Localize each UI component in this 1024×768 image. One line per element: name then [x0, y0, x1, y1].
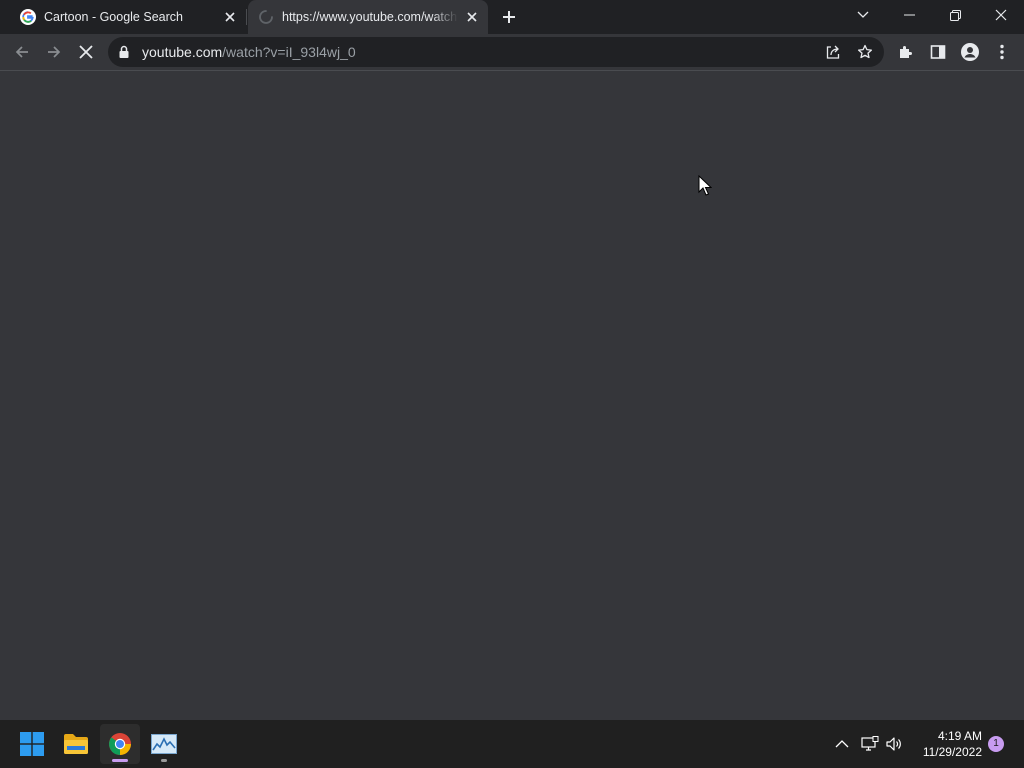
puzzle-icon	[900, 46, 912, 58]
notification-count-badge[interactable]: 1	[988, 736, 1004, 752]
close-icon	[995, 9, 1007, 21]
clock-date: 11/29/2022	[922, 745, 982, 759]
chrome-taskbar-button[interactable]	[100, 724, 140, 764]
extensions-button[interactable]	[892, 38, 920, 66]
task-manager-button[interactable]	[144, 724, 184, 764]
file-explorer-button[interactable]	[56, 724, 96, 764]
tab-search-button[interactable]	[840, 0, 886, 30]
side-panel-button[interactable]	[924, 38, 952, 66]
minimize-button[interactable]	[886, 0, 932, 30]
profile-avatar-icon	[961, 43, 979, 61]
arrow-right-icon	[48, 46, 61, 58]
new-tab-button[interactable]	[498, 6, 520, 28]
folder-icon	[64, 734, 88, 754]
address-bar[interactable]: youtube.com/watch?v=iI_93l4wj_0	[108, 37, 884, 67]
plus-icon	[503, 11, 515, 23]
forward-button[interactable]	[40, 38, 68, 66]
restore-button[interactable]	[932, 0, 978, 30]
close-tab-icon[interactable]	[464, 9, 480, 25]
page-content[interactable]	[0, 71, 1024, 720]
browser-toolbar: youtube.com/watch?v=iI_93l4wj_0	[0, 34, 1024, 71]
tab-separator	[246, 9, 247, 25]
profile-button[interactable]	[956, 38, 984, 66]
start-button[interactable]	[12, 724, 52, 764]
taskbar-clock[interactable]: 4:19 AM 11/29/2022	[912, 728, 982, 760]
browser-tabstrip: Cartoon - Google Search https://www.yout…	[0, 0, 1024, 34]
url-text[interactable]: youtube.com/watch?v=iI_93l4wj_0	[142, 44, 356, 60]
chevron-up-icon	[835, 740, 849, 748]
restore-icon	[949, 9, 961, 21]
tab-google-search[interactable]: Cartoon - Google Search	[8, 0, 246, 34]
url-host: youtube.com	[142, 44, 223, 60]
clock-time: 4:19 AM	[937, 729, 982, 743]
windows-logo-icon	[20, 732, 44, 756]
windows-taskbar: 4:19 AM 11/29/2022	[0, 720, 1024, 768]
close-window-button[interactable]	[978, 0, 1024, 30]
active-app-indicator	[112, 759, 128, 762]
running-app-indicator	[161, 759, 167, 762]
chrome-menu-button[interactable]	[988, 38, 1016, 66]
tab-youtube[interactable]: https://www.youtube.com/watch?v=iI_93l4w…	[248, 0, 488, 34]
kebab-menu-icon	[1000, 44, 1004, 60]
url-path: /watch?v=iI_93l4wj_0	[222, 44, 356, 60]
volume-icon[interactable]	[884, 734, 904, 754]
stop-x-icon	[79, 45, 93, 59]
show-hidden-icons-button[interactable]	[832, 734, 852, 754]
arrow-left-icon	[15, 46, 28, 58]
mouse-cursor-icon	[698, 175, 712, 196]
chrome-icon	[109, 733, 131, 755]
share-icon[interactable]	[824, 43, 842, 61]
google-g-icon	[20, 9, 36, 25]
network-icon[interactable]	[860, 734, 880, 754]
bookmark-star-icon[interactable]	[856, 43, 874, 61]
close-tab-icon[interactable]	[222, 9, 238, 25]
tab-title: Cartoon - Google Search	[44, 10, 183, 24]
stop-loading-button[interactable]	[72, 38, 100, 66]
chevron-down-icon	[857, 11, 869, 18]
loading-spinner-icon	[258, 9, 274, 25]
minimize-icon	[903, 14, 915, 16]
lock-icon[interactable]	[118, 45, 130, 64]
tab-title: https://www.youtube.com/watch?v=iI_93l4w…	[282, 10, 458, 24]
performance-chart-icon	[151, 734, 177, 754]
side-panel-icon	[930, 45, 946, 59]
back-button[interactable]	[8, 38, 36, 66]
